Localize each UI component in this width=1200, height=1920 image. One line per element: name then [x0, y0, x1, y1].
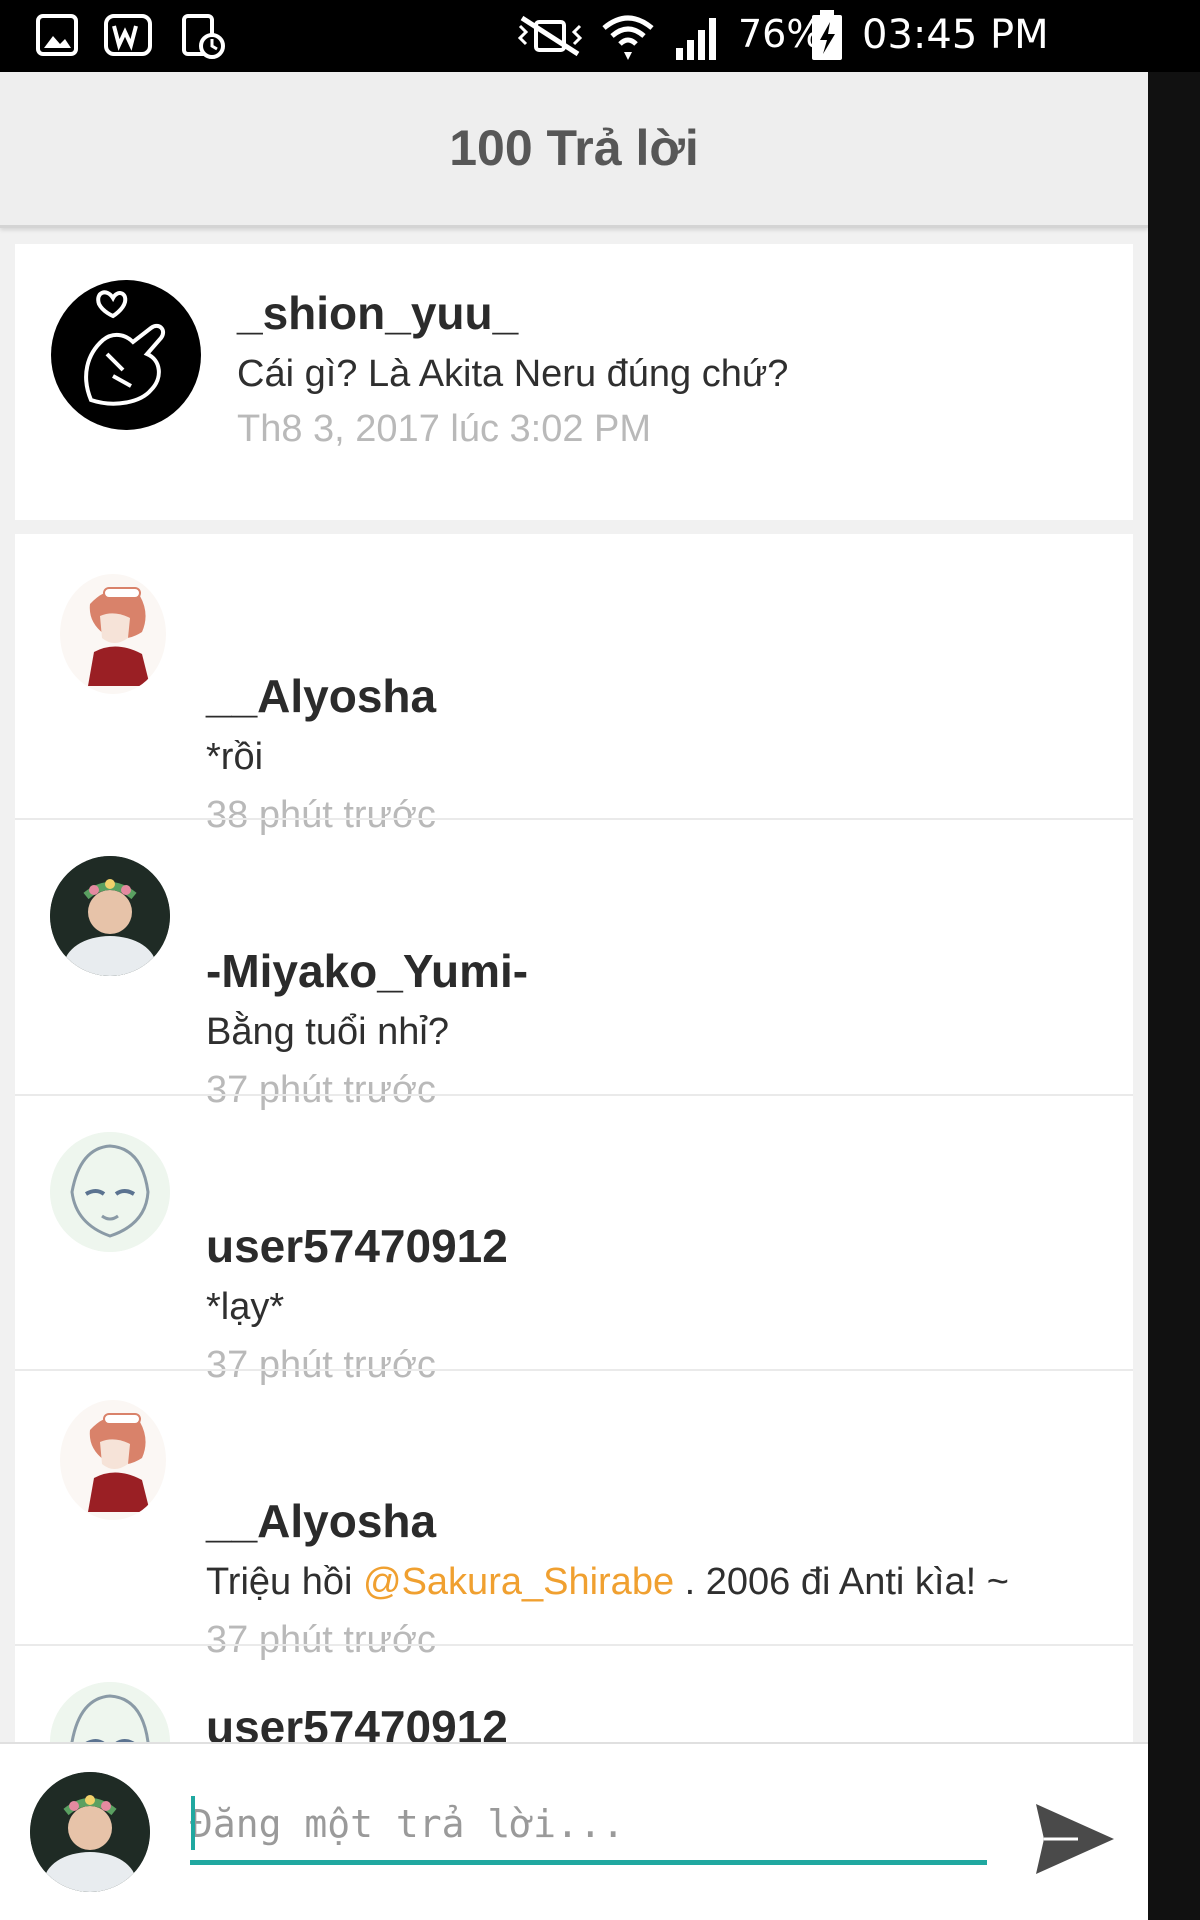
- reply-text: *rồi: [206, 736, 264, 778]
- divider: [15, 1094, 1133, 1096]
- battery-charging-icon: [812, 10, 842, 60]
- mention-link[interactable]: @Sakura_Shirabe: [363, 1561, 674, 1603]
- reply-text-before: Triệu hồi: [206, 1561, 363, 1603]
- text-cursor: [191, 1796, 195, 1850]
- reply-text-after: . 2006 đi Anti kìa! ~: [674, 1561, 1009, 1603]
- reply-username[interactable]: __Alyosha: [206, 1494, 436, 1548]
- reply-time: 37 phút trước: [206, 1069, 436, 1111]
- reply-text: *lạy*: [206, 1286, 285, 1328]
- status-bar: 76% 03:45 PM: [0, 0, 1200, 72]
- page-title: 100 Trả lời: [449, 120, 699, 176]
- flower-crown-icon: [50, 856, 170, 976]
- reply-time: 37 phút trước: [206, 1344, 436, 1386]
- flower-crown-avatar[interactable]: [50, 856, 170, 976]
- screen-edge: [1148, 72, 1200, 1920]
- anime-sketch-avatar[interactable]: [50, 1132, 170, 1252]
- reply-username[interactable]: -Miyako_Yumi-: [206, 944, 528, 998]
- reply-time: 38 phút trước: [206, 794, 436, 836]
- signal-icon: [676, 18, 716, 60]
- reply-time: 37 phút trước: [206, 1619, 436, 1661]
- reply-username[interactable]: user57470912: [206, 1219, 508, 1273]
- timer-icon: [182, 14, 225, 59]
- divider: [15, 1369, 1133, 1371]
- input-underline: [190, 1860, 987, 1865]
- vibrate-mute-icon: [517, 15, 583, 57]
- send-icon[interactable]: [1030, 1794, 1120, 1884]
- clock: 03:45 PM: [862, 12, 1049, 58]
- divider: [15, 818, 1133, 820]
- anime-avatar-icon: [88, 587, 150, 686]
- anime-sketch-icon: [50, 1132, 170, 1252]
- anime-red-hair-avatar[interactable]: [60, 574, 166, 694]
- comment-text: Cái gì? Là Akita Neru đúng chứ?: [237, 353, 789, 395]
- flower-crown-avatar: [30, 1772, 150, 1892]
- heart-hand-icon: [84, 290, 166, 406]
- flower-crown-icon: [30, 1772, 150, 1892]
- gallery-icon: [36, 14, 78, 56]
- original-comment-card: _shion_yuu_ Cái gì? Là Akita Neru đúng c…: [15, 244, 1133, 520]
- comment-username[interactable]: _shion_yuu_: [237, 286, 518, 340]
- reply-input[interactable]: [190, 1794, 990, 1854]
- wattpad-icon: [104, 14, 152, 56]
- anime-red-hair-avatar[interactable]: [60, 1400, 166, 1520]
- header: 100 Trả lời: [0, 72, 1148, 228]
- wifi-icon: [602, 15, 654, 60]
- reply-composer: [0, 1742, 1148, 1920]
- divider: [15, 1644, 1133, 1646]
- anime-avatar-icon: [88, 1413, 150, 1512]
- reply-text: Bằng tuổi nhỉ?: [206, 1011, 449, 1053]
- reply-username[interactable]: __Alyosha: [206, 669, 436, 723]
- replies-screen: 100 Trả lời _shion_yuu_ Cái gì? Là Akita…: [0, 72, 1148, 1920]
- reply-text: Triệu hồi @Sakura_Shirabe . 2006 đi Anti…: [206, 1561, 1009, 1604]
- heart-hand-avatar[interactable]: [51, 280, 201, 430]
- comment-timestamp: Th8 3, 2017 lúc 3:02 PM: [237, 408, 652, 450]
